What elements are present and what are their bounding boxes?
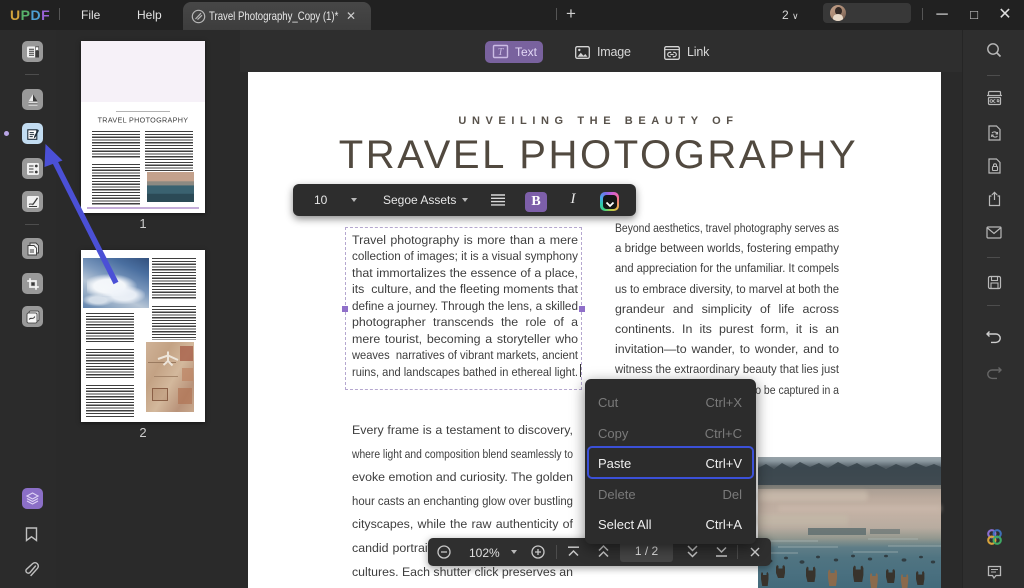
- svg-text:T: T: [498, 47, 505, 58]
